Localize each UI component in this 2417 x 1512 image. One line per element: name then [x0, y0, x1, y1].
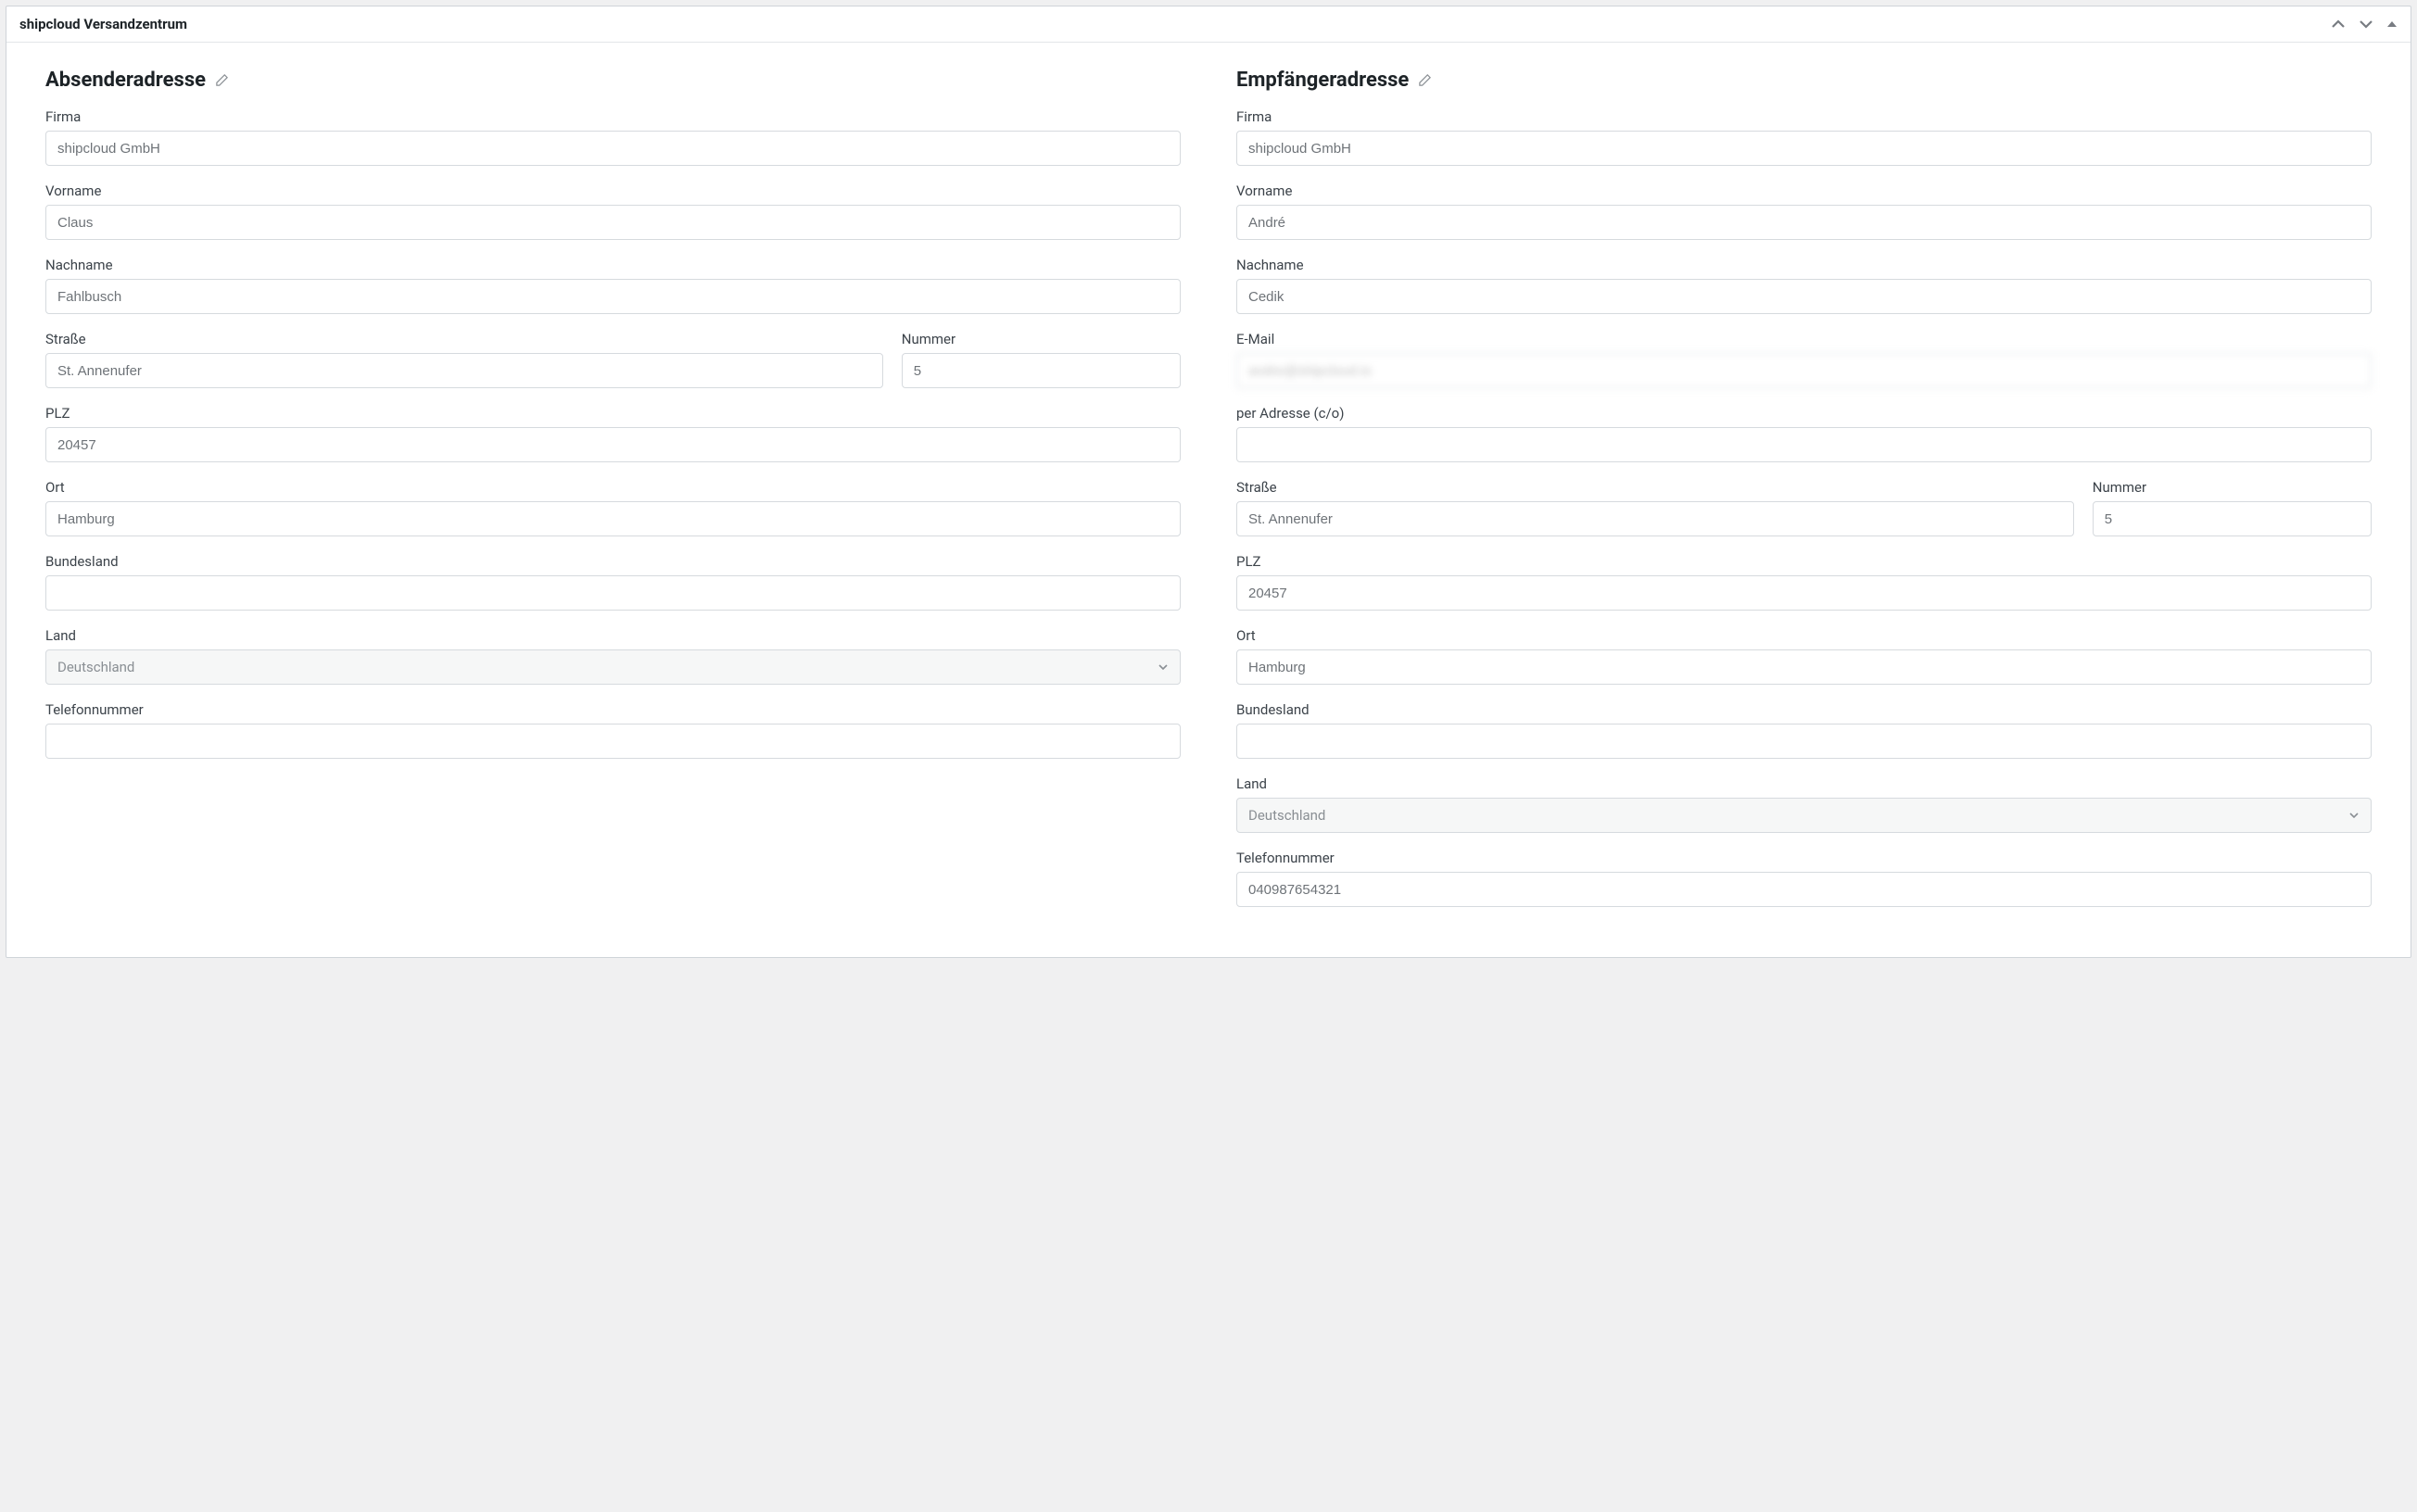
recipient-heading: Empfängeradresse: [1236, 69, 2372, 92]
recipient-lastname-input[interactable]: [1236, 279, 2372, 314]
panel-title: shipcloud Versandzentrum: [19, 16, 187, 32]
recipient-city-label: Ort: [1236, 627, 2372, 644]
chevron-down-icon: [2348, 810, 2360, 821]
shipping-panel: shipcloud Versandzentrum Absenderadresse: [6, 6, 2411, 958]
recipient-phone-input[interactable]: [1236, 872, 2372, 907]
recipient-country-select[interactable]: Deutschland: [1236, 798, 2372, 833]
recipient-phone-label: Telefonnummer: [1236, 850, 2372, 866]
sender-lastname-input[interactable]: [45, 279, 1181, 314]
panel-controls: [2331, 17, 2398, 32]
recipient-heading-text: Empfängeradresse: [1236, 69, 1409, 92]
panel-header: shipcloud Versandzentrum: [6, 6, 2411, 43]
sender-heading: Absenderadresse: [45, 69, 1181, 92]
sender-lastname-label: Nachname: [45, 257, 1181, 273]
sender-city-label: Ort: [45, 479, 1181, 496]
recipient-number-label: Nummer: [2093, 479, 2372, 496]
sender-phone-label: Telefonnummer: [45, 701, 1181, 718]
sender-firstname-input[interactable]: [45, 205, 1181, 240]
sender-firstname-label: Vorname: [45, 183, 1181, 199]
sender-column: Absenderadresse Firma Vorname Nachname S…: [45, 69, 1181, 924]
sender-state-input[interactable]: [45, 575, 1181, 611]
sender-country-label: Land: [45, 627, 1181, 644]
recipient-zip-input[interactable]: [1236, 575, 2372, 611]
recipient-state-input[interactable]: [1236, 724, 2372, 759]
sender-state-label: Bundesland: [45, 553, 1181, 570]
sender-country-select[interactable]: Deutschland: [45, 649, 1181, 685]
recipient-zip-label: PLZ: [1236, 553, 2372, 570]
sender-company-input[interactable]: [45, 131, 1181, 166]
recipient-email-input[interactable]: [1236, 353, 2372, 388]
recipient-street-label: Straße: [1236, 479, 2074, 496]
recipient-firstname-label: Vorname: [1236, 183, 2372, 199]
sender-number-input[interactable]: [902, 353, 1181, 388]
pencil-icon[interactable]: [215, 73, 229, 87]
toggle-icon[interactable]: [2386, 19, 2398, 30]
recipient-country-label: Land: [1236, 775, 2372, 792]
recipient-street-input[interactable]: [1236, 501, 2074, 536]
sender-zip-input[interactable]: [45, 427, 1181, 462]
recipient-careof-input[interactable]: [1236, 427, 2372, 462]
recipient-city-input[interactable]: [1236, 649, 2372, 685]
sender-street-input[interactable]: [45, 353, 883, 388]
recipient-careof-label: per Adresse (c/o): [1236, 405, 2372, 422]
sender-company-label: Firma: [45, 108, 1181, 125]
sender-country-value: Deutschland: [57, 659, 134, 675]
recipient-firstname-input[interactable]: [1236, 205, 2372, 240]
pencil-icon[interactable]: [1418, 73, 1432, 87]
recipient-company-input[interactable]: [1236, 131, 2372, 166]
recipient-email-label: E-Mail: [1236, 331, 2372, 347]
recipient-lastname-label: Nachname: [1236, 257, 2372, 273]
recipient-state-label: Bundesland: [1236, 701, 2372, 718]
recipient-number-input[interactable]: [2093, 501, 2372, 536]
sender-number-label: Nummer: [902, 331, 1181, 347]
move-up-icon[interactable]: [2331, 17, 2346, 32]
move-down-icon[interactable]: [2359, 17, 2373, 32]
sender-city-input[interactable]: [45, 501, 1181, 536]
sender-street-label: Straße: [45, 331, 883, 347]
sender-heading-text: Absenderadresse: [45, 69, 206, 92]
chevron-down-icon: [1158, 662, 1169, 673]
recipient-country-value: Deutschland: [1248, 807, 1325, 824]
recipient-company-label: Firma: [1236, 108, 2372, 125]
panel-body: Absenderadresse Firma Vorname Nachname S…: [6, 43, 2411, 957]
sender-zip-label: PLZ: [45, 405, 1181, 422]
sender-phone-input[interactable]: [45, 724, 1181, 759]
recipient-column: Empfängeradresse Firma Vorname Nachname …: [1236, 69, 2372, 924]
